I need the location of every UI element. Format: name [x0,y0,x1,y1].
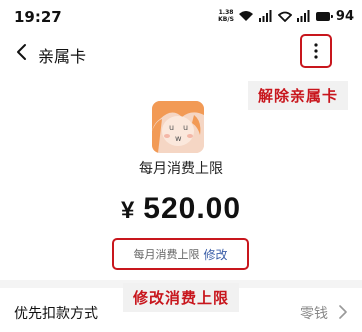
payment-method-value: 零钱 [300,306,328,322]
limit-amount: ¥520.00 [0,192,362,226]
svg-text:u: u [169,123,174,132]
modify-limit-link[interactable]: 修改 [203,246,227,263]
avatar: u u w [152,101,204,153]
avatar-image-icon: u u w [152,101,204,153]
cellular-signal-2-icon [296,10,310,22]
battery-icon [315,11,333,21]
svg-text:u: u [183,123,188,132]
monthly-limit-title: 每月消费上限 [139,161,223,177]
status-time: 19:27 [14,8,62,26]
wifi-calling-icon [277,11,292,22]
annotation-unbind-card: 解除亲属卡 [247,81,348,110]
annotation-modify-limit: 修改消费上限 [123,283,240,312]
cellular-signal-icon [258,10,272,22]
more-vertical-icon [314,43,318,59]
net-speed: 1.38 KB/S [218,9,234,23]
battery-level: 94 [335,8,354,24]
amount-value: 520.00 [143,192,242,225]
net-speed-value: 1.38 [218,9,234,16]
status-bar: 19:27 1.38 KB/S 94 [0,0,362,34]
page-title: 亲属卡 [38,47,87,66]
svg-text:w: w [175,134,182,143]
payment-method-label: 优先扣款方式 [14,306,98,322]
more-options-button[interactable] [300,34,332,68]
back-arrow-icon[interactable] [12,42,32,62]
monthly-limit-label: 每月消费上限 [133,248,200,261]
status-icons: 1.38 KB/S 94 [218,7,354,25]
battery: 94 [315,8,354,24]
chevron-right-icon [339,305,347,319]
nav-bar: 亲属卡 [0,34,362,72]
currency-symbol: ¥ [120,197,136,224]
net-speed-unit: KB/S [218,16,234,23]
limit-modify-box: 每月消费上限 修改 [112,238,249,270]
wifi-signal-icon [238,11,253,21]
